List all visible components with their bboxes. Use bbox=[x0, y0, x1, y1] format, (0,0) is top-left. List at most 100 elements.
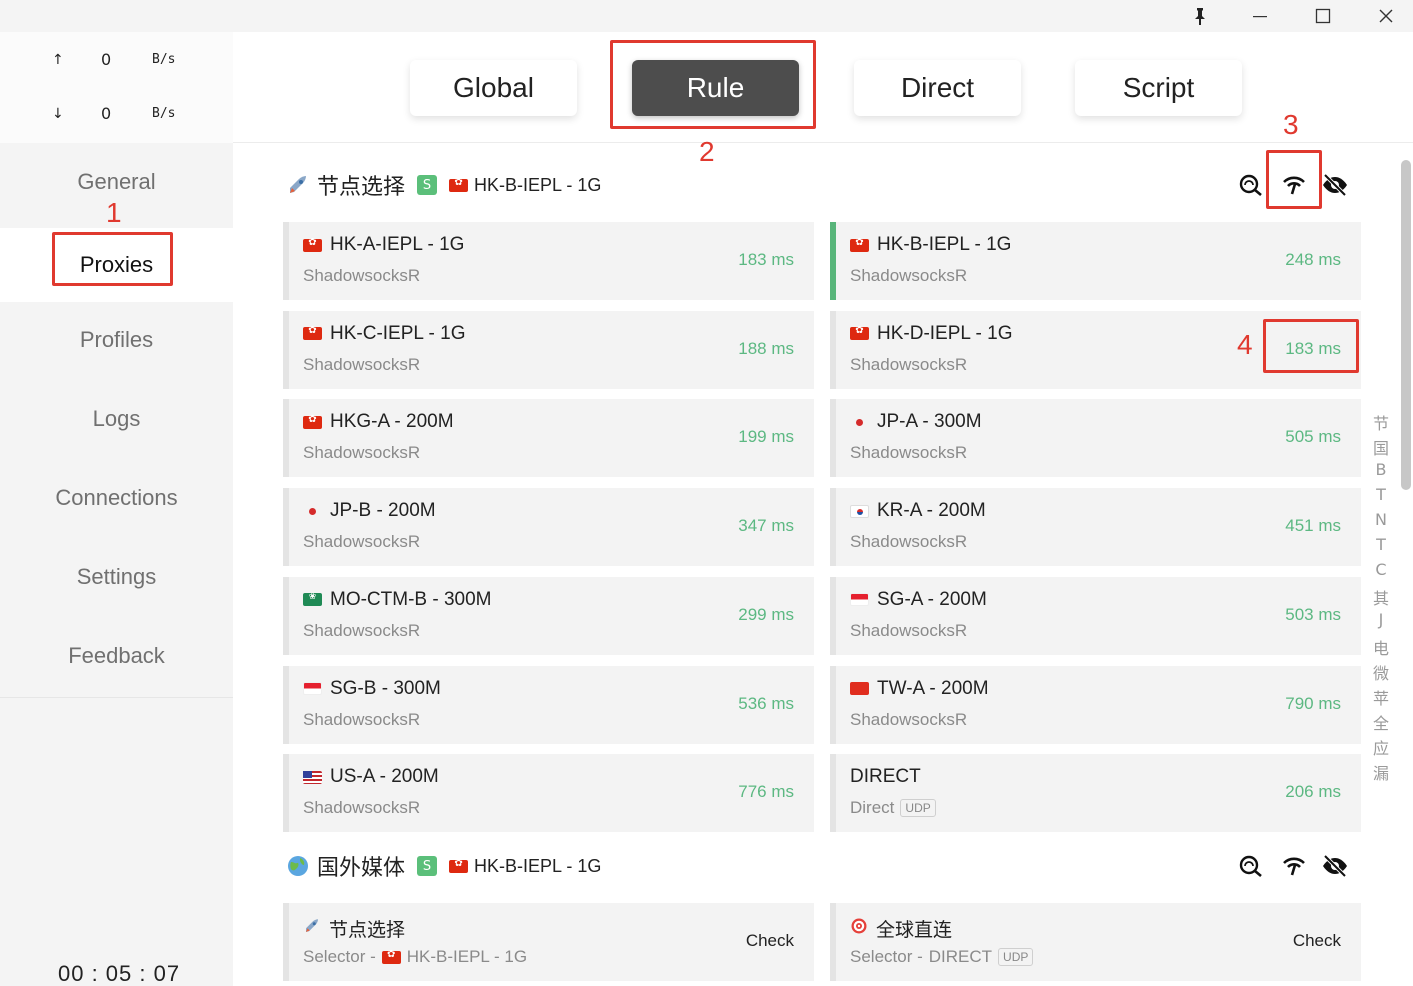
hide-icon[interactable] bbox=[1318, 168, 1352, 202]
proxy-delay[interactable]: 248 ms bbox=[1285, 250, 1341, 270]
proxy-card[interactable]: JP-B - 200M ShadowsocksR 347 ms bbox=[283, 488, 814, 567]
sidebar-item-general[interactable]: General bbox=[0, 152, 233, 212]
delay-search-icon[interactable] bbox=[1234, 168, 1268, 202]
group-index-letter[interactable]: B bbox=[1370, 460, 1392, 479]
mode-script-button[interactable]: Script bbox=[1075, 60, 1242, 116]
proxy-type: ShadowsocksR bbox=[303, 266, 420, 286]
group-item-node-select[interactable]: 节点选择 Selector - HK-B-IEPL - 1G Check bbox=[283, 903, 814, 981]
group-index-letter[interactable]: T bbox=[1370, 485, 1392, 504]
proxy-type: ShadowsocksR bbox=[850, 355, 967, 375]
proxy-delay[interactable]: 776 ms bbox=[738, 782, 794, 802]
check-button[interactable]: Check bbox=[746, 931, 794, 951]
group-header-node-select[interactable]: 节点选择 S HK-B-IEPL - 1G bbox=[285, 167, 601, 203]
proxy-delay[interactable]: 451 ms bbox=[1285, 516, 1341, 536]
tw-flag-icon bbox=[850, 682, 869, 695]
sidebar-item-logs[interactable]: Logs bbox=[0, 389, 233, 449]
proxy-card[interactable]: MO-CTM-B - 300M ShadowsocksR 299 ms bbox=[283, 576, 814, 655]
selector-type-badge: S bbox=[417, 856, 438, 876]
proxy-card[interactable]: DIRECT Direct UDP 206 ms bbox=[830, 754, 1361, 833]
udp-badge: UDP bbox=[900, 799, 936, 818]
group-index-letter[interactable]: 其 bbox=[1370, 585, 1392, 609]
group-index-letter[interactable]: 全 bbox=[1370, 710, 1392, 734]
proxy-card[interactable]: HK-D-IEPL - 1G ShadowsocksR 183 ms bbox=[830, 310, 1361, 389]
item-sub-value: DIRECT bbox=[928, 947, 993, 966]
sidebar-item-connections[interactable]: Connections bbox=[0, 468, 233, 528]
pin-icon[interactable] bbox=[1180, 2, 1220, 30]
download-speed: ↓ 0 B/s bbox=[0, 104, 233, 128]
minimize-icon[interactable] bbox=[1240, 2, 1280, 30]
proxy-delay[interactable]: 206 ms bbox=[1285, 782, 1341, 802]
proxy-delay[interactable]: 199 ms bbox=[738, 427, 794, 447]
group-index-letter[interactable]: 电 bbox=[1370, 635, 1392, 659]
proxy-name: MO-CTM-B - 300M bbox=[303, 589, 492, 611]
group-index-letter[interactable]: 漏 bbox=[1370, 760, 1392, 784]
group-index-letter[interactable]: 节 bbox=[1370, 410, 1392, 434]
sidebar-item-profiles[interactable]: Profiles bbox=[0, 310, 233, 370]
proxy-card[interactable]: HK-A-IEPL - 1G ShadowsocksR 183 ms bbox=[283, 222, 814, 300]
proxy-card[interactable]: JP-A - 300M ShadowsocksR 505 ms bbox=[830, 399, 1361, 478]
mode-rule-button[interactable]: Rule bbox=[632, 60, 799, 116]
proxy-delay[interactable]: 347 ms bbox=[738, 516, 794, 536]
group-index-letter[interactable]: 国 bbox=[1370, 435, 1392, 459]
mode-global-button[interactable]: Global bbox=[410, 60, 577, 116]
check-button[interactable]: Check bbox=[1293, 931, 1341, 951]
item-sub-value: HK-B-IEPL - 1G bbox=[406, 947, 528, 966]
proxy-card[interactable]: US-A - 200M ShadowsocksR 776 ms bbox=[283, 754, 814, 833]
sidebar: ↑ 0 B/s ↓ 0 B/s General Proxies Profiles… bbox=[0, 32, 233, 986]
item-sub-prefix: Selector - bbox=[850, 947, 923, 966]
sidebar-item-feedback[interactable]: Feedback bbox=[0, 626, 233, 686]
group-index-letter[interactable]: 应 bbox=[1370, 735, 1392, 759]
proxy-card[interactable]: HK-C-IEPL - 1G ShadowsocksR 188 ms bbox=[283, 310, 814, 389]
close-icon[interactable] bbox=[1366, 2, 1406, 30]
group-index-letter[interactable]: C bbox=[1370, 560, 1392, 579]
group-item-global-direct[interactable]: 全球直连 Selector - DIRECT UDP Check bbox=[830, 903, 1361, 981]
maximize-icon[interactable] bbox=[1303, 2, 1343, 30]
group-index-letter[interactable]: 微 bbox=[1370, 660, 1392, 684]
latency-test-icon[interactable] bbox=[1277, 168, 1311, 202]
proxy-name-text: DIRECT bbox=[850, 766, 921, 788]
proxy-type: ShadowsocksR bbox=[303, 532, 420, 552]
proxy-name-text: HK-D-IEPL - 1G bbox=[877, 322, 1013, 344]
proxy-card[interactable]: SG-A - 200M ShadowsocksR 503 ms bbox=[830, 576, 1361, 655]
sidebar-item-proxies[interactable]: Proxies bbox=[0, 228, 233, 302]
proxy-type-text: ShadowsocksR bbox=[303, 798, 421, 818]
proxy-delay[interactable]: 183 ms bbox=[738, 250, 794, 270]
proxy-delay[interactable]: 503 ms bbox=[1285, 605, 1341, 625]
scrollbar-thumb[interactable] bbox=[1401, 160, 1411, 490]
mode-direct-button[interactable]: Direct bbox=[854, 60, 1021, 116]
group-index-letter[interactable]: 苹 bbox=[1370, 685, 1392, 709]
proxy-name: HK-C-IEPL - 1G bbox=[303, 323, 466, 345]
hk-flag-icon bbox=[850, 325, 869, 341]
proxy-card[interactable]: TW-A - 200M ShadowsocksR 790 ms bbox=[830, 665, 1361, 744]
proxy-type-text: ShadowsocksR bbox=[303, 620, 421, 640]
sidebar-item-settings[interactable]: Settings bbox=[0, 547, 233, 607]
upload-value: 0 bbox=[101, 50, 112, 69]
proxy-delay[interactable]: 505 ms bbox=[1285, 427, 1341, 447]
proxy-name: HKG-A - 200M bbox=[303, 411, 454, 433]
hide-icon[interactable] bbox=[1318, 849, 1352, 883]
group-index-letter[interactable]: T bbox=[1370, 535, 1392, 554]
group-name: 国外媒体 bbox=[317, 856, 406, 881]
item-sub: Selector - DIRECT UDP bbox=[850, 947, 1034, 967]
uptime-timer: 00 : 05 : 07 bbox=[58, 961, 181, 986]
delay-search-icon[interactable] bbox=[1234, 849, 1268, 883]
proxy-card[interactable]: HK-B-IEPL - 1G ShadowsocksR 248 ms bbox=[830, 222, 1361, 300]
proxy-delay[interactable]: 299 ms bbox=[738, 605, 794, 625]
proxy-delay[interactable]: 188 ms bbox=[738, 339, 794, 359]
proxy-card[interactable]: KR-A - 200M ShadowsocksR 451 ms bbox=[830, 488, 1361, 567]
proxy-delay[interactable]: 536 ms bbox=[738, 694, 794, 714]
group-index-letter[interactable]: J bbox=[1370, 610, 1392, 629]
group-name: 节点选择 bbox=[317, 175, 406, 200]
proxy-name: SG-B - 300M bbox=[303, 678, 441, 700]
latency-test-icon[interactable] bbox=[1277, 849, 1311, 883]
proxy-type: ShadowsocksR bbox=[850, 443, 967, 463]
proxy-card[interactable]: HKG-A - 200M ShadowsocksR 199 ms bbox=[283, 399, 814, 478]
proxy-type-text: Direct bbox=[850, 798, 895, 818]
proxy-name-text: HK-B-IEPL - 1G bbox=[877, 234, 1012, 255]
group-index-letter[interactable]: N bbox=[1370, 510, 1392, 529]
proxy-delay[interactable]: 183 ms bbox=[1285, 339, 1341, 359]
proxy-delay[interactable]: 790 ms bbox=[1285, 694, 1341, 714]
proxy-card[interactable]: SG-B - 300M ShadowsocksR 536 ms bbox=[283, 665, 814, 744]
hk-flag-icon bbox=[449, 177, 469, 192]
group-header-foreign-media[interactable]: 国外媒体 S HK-B-IEPL - 1G bbox=[285, 848, 601, 884]
